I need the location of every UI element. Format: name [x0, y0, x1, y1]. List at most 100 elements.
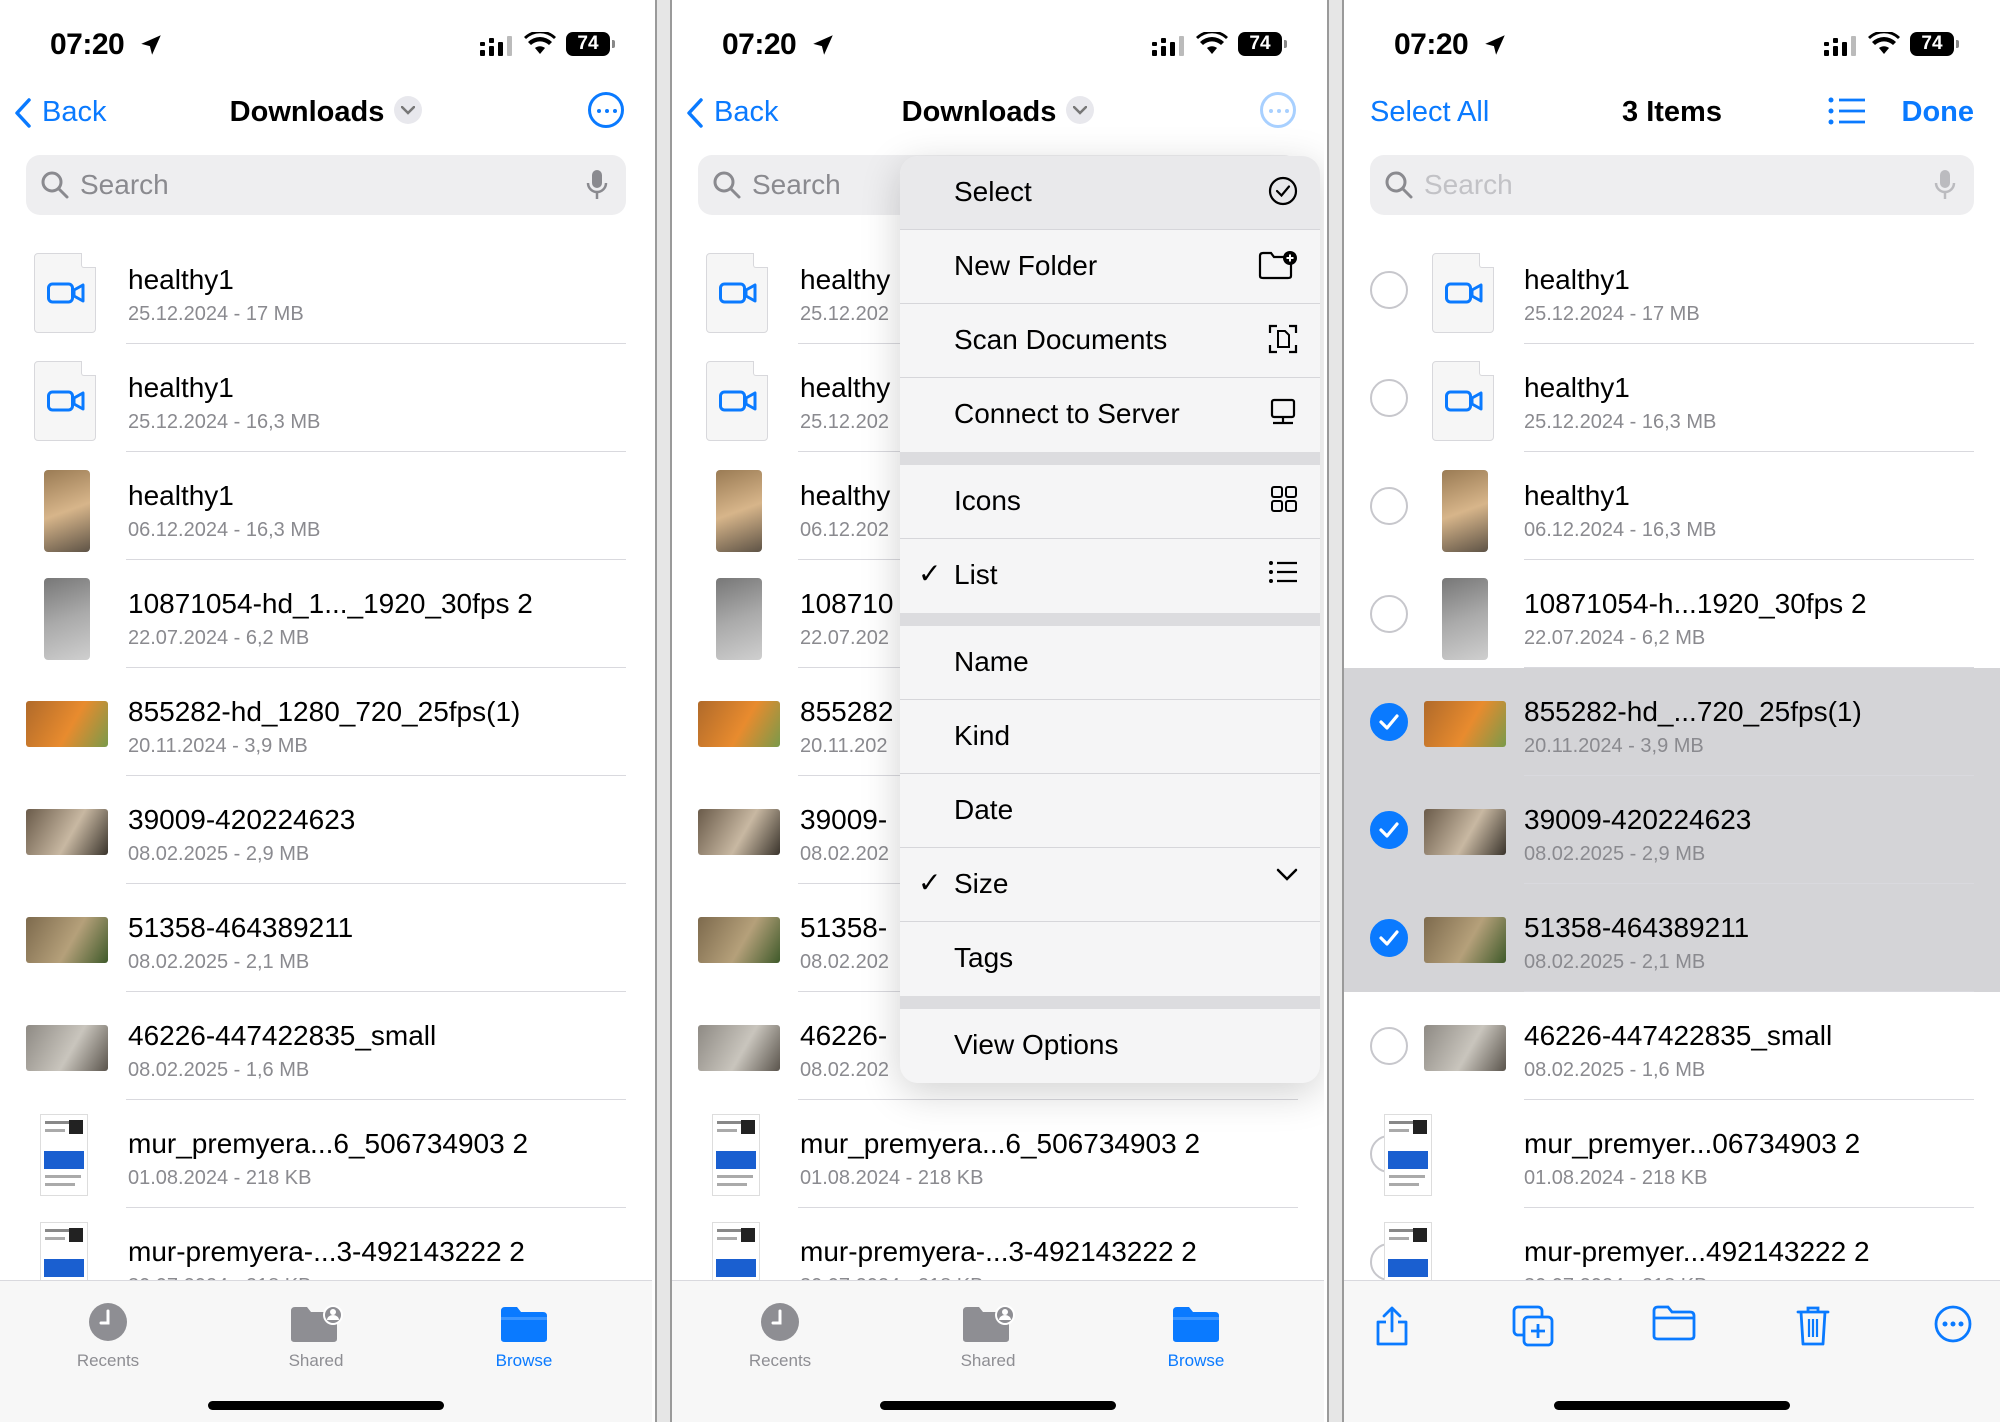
selection-checkbox[interactable]	[1370, 271, 1408, 309]
file-row[interactable]: healthy1 06.12.2024 - 16,3 MB	[0, 452, 652, 560]
search-icon	[1385, 171, 1413, 199]
more-button[interactable]	[1934, 1305, 1972, 1348]
file-row[interactable]: 10871054-hd_1..._1920_30fps 2 22.07.2024 …	[0, 560, 652, 668]
menu-item-list[interactable]: ✓ List	[900, 539, 1320, 613]
tab-shared[interactable]: Shared	[928, 1295, 1048, 1371]
new-folder-icon	[1258, 251, 1297, 280]
search-field[interactable]: Search	[1370, 155, 1974, 215]
menu-item-new-folder[interactable]: New Folder	[900, 230, 1320, 304]
home-indicator	[880, 1401, 1116, 1410]
done-button[interactable]: Done	[1902, 96, 1975, 129]
folder-title-menu[interactable]: Downloads	[0, 96, 652, 129]
selection-checkbox[interactable]	[1370, 1027, 1408, 1065]
folder-title-menu[interactable]: Downloads	[672, 96, 1324, 129]
move-folder-icon[interactable]	[1652, 1305, 1696, 1341]
video-file-icon	[706, 253, 768, 333]
trash-button[interactable]	[1796, 1305, 1830, 1352]
menu-item-select[interactable]: Select	[900, 156, 1320, 230]
search-field[interactable]: Search	[26, 155, 626, 215]
menu-item-label: Kind	[954, 720, 1011, 751]
file-row[interactable]: 51358-464389211 08.02.2025 - 2,1 MB	[0, 884, 652, 992]
selection-checkbox[interactable]	[1370, 811, 1408, 849]
video-thumbnail	[26, 809, 108, 855]
menu-section-divider	[900, 452, 1320, 465]
selection-checkbox[interactable]	[1370, 595, 1408, 633]
file-row[interactable]: mur_premyera...6_506734903 2 01.08.2024 -…	[0, 1100, 652, 1208]
file-meta: 01.08.2024 - 218 KB	[128, 1167, 312, 1189]
file-meta: 08.02.2025 - 2,1 MB	[1524, 951, 1706, 973]
video-thumbnail	[698, 917, 780, 963]
photo-thumbnail	[716, 470, 762, 552]
scan-document-icon	[1268, 324, 1298, 354]
trash-icon[interactable]	[1796, 1305, 1830, 1347]
menu-item-label: New Folder	[954, 250, 1098, 281]
menu-item-view-options[interactable]: View Options	[900, 1009, 1320, 1083]
share-button[interactable]	[1374, 1305, 1410, 1352]
list-view-icon[interactable]	[1828, 96, 1866, 126]
menu-item-icons[interactable]: Icons	[900, 465, 1320, 539]
location-arrow-icon	[813, 35, 833, 55]
menu-item-tags[interactable]: Tags	[900, 922, 1320, 996]
file-row[interactable]: 855282-hd_1280_720_25fps(1) 20.11.2024 - …	[0, 668, 652, 776]
file-name: 39009-420224623	[1524, 804, 1752, 835]
file-row[interactable]: 39009-420224623 08.02.2025 - 2,9 MB	[0, 776, 652, 884]
tab-browse[interactable]: Browse	[1136, 1295, 1256, 1371]
file-row[interactable]: healthy1 25.12.2024 - 17 MB	[1344, 236, 2000, 344]
file-row[interactable]: mur_premyer...06734903 2 01.08.2024 - 218…	[1344, 1100, 2000, 1208]
menu-item-connect-to-server[interactable]: Connect to Server	[900, 378, 1320, 452]
shared-folder-icon	[291, 1305, 343, 1342]
file-row[interactable]: mur_premyera...6_506734903 2 01.08.2024 -…	[672, 1100, 1324, 1208]
menu-item-size[interactable]: ✓ Size	[900, 848, 1320, 922]
checkmark-circle-icon	[1268, 176, 1298, 206]
file-row[interactable]: 46226-447422835_small 08.02.2025 - 1,6 MB	[1344, 992, 2000, 1100]
location-arrow-icon	[1485, 35, 1505, 55]
menu-item-kind[interactable]: Kind	[900, 700, 1320, 774]
tab-recents[interactable]: Recents	[720, 1295, 840, 1371]
menu-item-scan-documents[interactable]: Scan Documents	[900, 304, 1320, 378]
file-row[interactable]: healthy1 25.12.2024 - 16,3 MB	[0, 344, 652, 452]
file-meta: 20.11.2024 - 3,9 MB	[128, 735, 308, 757]
file-row[interactable]: healthy1 25.12.2024 - 17 MB	[0, 236, 652, 344]
share-icon[interactable]	[1374, 1305, 1410, 1347]
tab-browse[interactable]: Browse	[464, 1295, 584, 1371]
tab-recents[interactable]: Recents	[48, 1295, 168, 1371]
file-row[interactable]: 46226-447422835_small 08.02.2025 - 1,6 MB	[0, 992, 652, 1100]
file-name: healthy1	[1524, 264, 1630, 295]
selection-checkbox[interactable]	[1370, 487, 1408, 525]
more-icon[interactable]	[1934, 1305, 1972, 1343]
navigation-bar: Back Downloads	[0, 90, 652, 140]
selection-checkbox[interactable]	[1370, 379, 1408, 417]
file-meta: 25.12.2024 - 17 MB	[1524, 303, 1700, 325]
menu-item-name[interactable]: Name	[900, 626, 1320, 700]
menu-item-date[interactable]: Date	[900, 774, 1320, 848]
more-options-button[interactable]	[1260, 92, 1296, 128]
selection-checkbox[interactable]	[1370, 703, 1408, 741]
signal-icon	[480, 36, 512, 56]
page-title: Downloads	[901, 96, 1057, 128]
panel-separator	[1327, 0, 1344, 1422]
file-name: 51358-464389211	[1524, 912, 1750, 943]
file-name: healthy1	[1524, 372, 1630, 403]
microphone-icon[interactable]	[1934, 169, 1956, 201]
file-row[interactable]: 855282-hd_...720_25fps(1) 20.11.2024 - 3,…	[1344, 668, 2000, 776]
file-row[interactable]: healthy1 25.12.2024 - 16,3 MB	[1344, 344, 2000, 452]
file-row[interactable]: 51358-464389211 08.02.2025 - 2,1 MB	[1344, 884, 2000, 992]
menu-item-label: Tags	[954, 942, 1014, 973]
video-thumbnail	[698, 1025, 780, 1071]
file-row[interactable]: 39009-420224623 08.02.2025 - 2,9 MB	[1344, 776, 2000, 884]
tab-shared[interactable]: Shared	[256, 1295, 376, 1371]
move-folder-button[interactable]	[1652, 1305, 1696, 1346]
file-row[interactable]: 10871054-h...1920_30fps 2 22.07.2024 - 6,…	[1344, 560, 2000, 668]
microphone-icon[interactable]	[586, 169, 608, 201]
photo-thumbnail	[44, 470, 90, 552]
photo-thumbnail	[44, 578, 90, 660]
selection-checkbox[interactable]	[1370, 919, 1408, 957]
file-name: 108710	[800, 588, 894, 619]
duplicate-icon[interactable]	[1512, 1305, 1554, 1347]
more-options-button[interactable]	[588, 92, 624, 128]
file-row[interactable]: healthy1 06.12.2024 - 16,3 MB	[1344, 452, 2000, 560]
signal-icon	[1824, 36, 1856, 56]
duplicate-button[interactable]	[1512, 1305, 1554, 1352]
file-meta: 25.12.2024 - 16,3 MB	[128, 411, 321, 433]
clock-icon	[761, 1303, 799, 1341]
